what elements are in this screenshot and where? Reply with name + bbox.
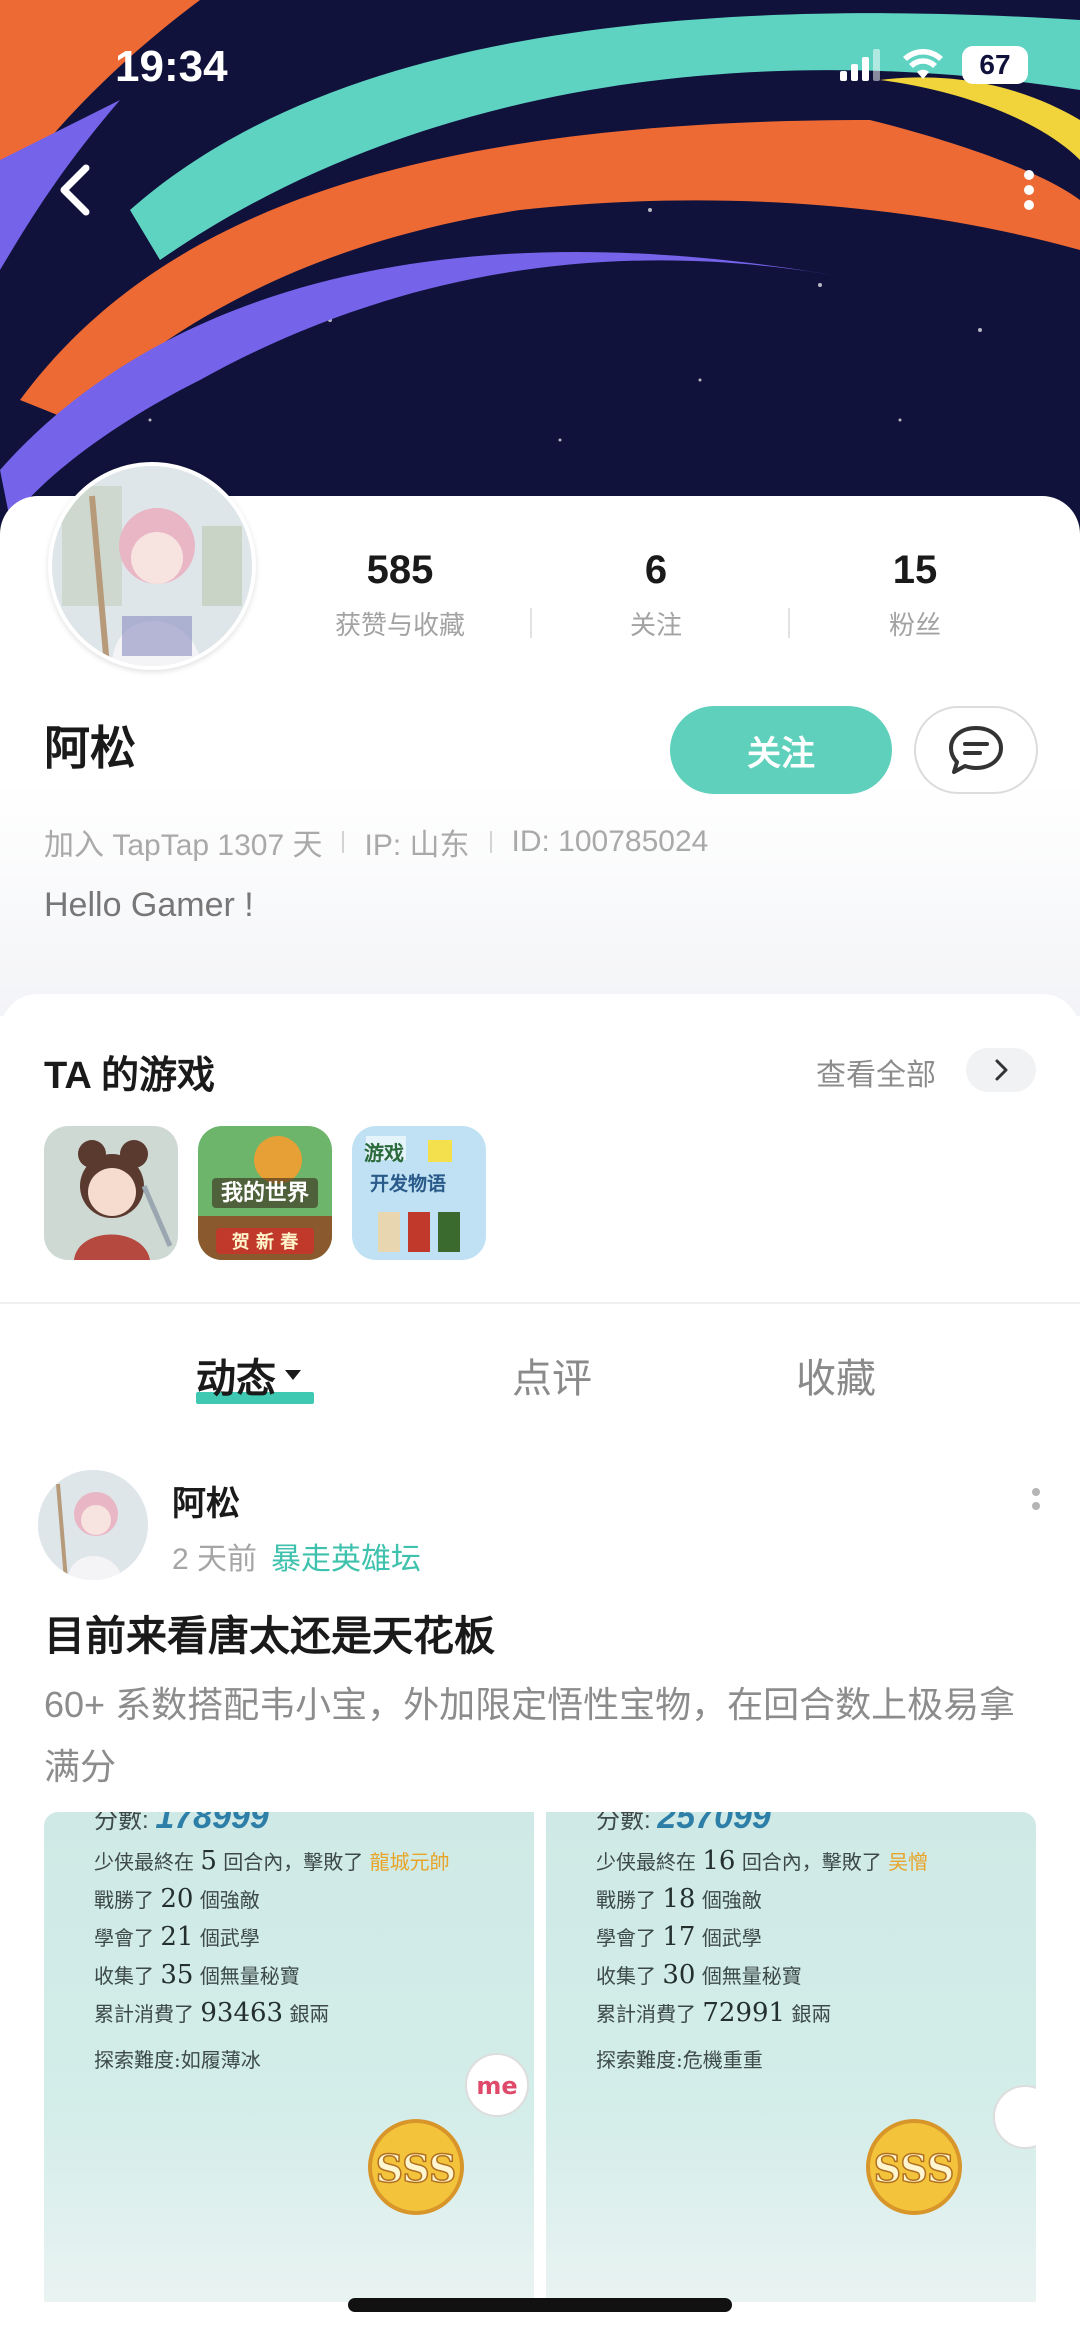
tab-reviews[interactable]: 点评 [512,1346,592,1404]
shot-line-rounds: 少侠最終在 5 回合內，擊敗了 龍城元帥 [94,1846,450,1876]
post-author-avatar[interactable] [38,1470,148,1580]
svg-text:开发物语: 开发物语 [370,1172,446,1195]
see-all-link[interactable]: 查看全部 [816,1050,936,1094]
more-vertical-icon [1024,170,1034,210]
more-vertical-icon [1032,1488,1040,1510]
svg-text:贺 新 春: 贺 新 春 [231,1231,300,1253]
profile-meta: 加入 TapTap 1307 天 IP: 山东 ID: 100785024 [44,820,708,864]
chevron-left-icon [60,164,90,216]
shot-line-wins: 戰勝了 20 個強敵 [94,1884,260,1914]
caret-down-icon [285,1370,301,1380]
meta-divider [342,831,345,853]
sss-grade-badge: SSS [866,2119,962,2215]
stat-following-value: 6 [644,548,668,592]
stat-divider [788,608,790,638]
stat-likes-value: 585 [366,548,434,592]
chevron-right-icon [995,1059,1008,1081]
stat-fans-value: 15 [892,548,938,592]
username: 阿松 [44,722,136,774]
svg-text:SSS: SSS [874,2146,955,2191]
chat-bubble-icon [949,726,1003,774]
stat-fans-label: 粉丝 [888,610,941,640]
post-body[interactable]: 60+ 系数搭配韦小宝，外加限定悟性宝物，在回合数上极易拿满分 [44,1674,1044,1798]
svg-text:me: me [476,2072,517,2100]
game-3-artwork: 游戏 开发物语 [352,1126,486,1260]
status-icons: 67 [840,46,1028,84]
avatar[interactable] [48,462,256,670]
wifi-icon [903,49,943,79]
stat-fans[interactable]: 15 粉丝 [800,548,1030,642]
ip-location: IP: 山东 [364,829,470,862]
shot-line-rounds: 少侠最終在 16 回合內，擊敗了 吴憎 [596,1846,929,1876]
bio: Hello Gamer ! [44,886,254,924]
sss-grade-badge: SSS [368,2119,464,2215]
svg-text:我的世界: 我的世界 [221,1180,309,1206]
shot-score: 分數: 257099 [596,1812,771,1836]
shot-line-skills: 學會了 17 個武學 [596,1922,762,1952]
signal-icon [840,49,880,81]
shot-line-wins: 戰勝了 18 個強敵 [596,1884,762,1914]
post-time: 2 天前 [172,1543,258,1576]
tab-activity-label: 动态 [196,1357,276,1401]
battery-indicator: 67 [962,46,1028,84]
stat-following[interactable]: 6 关注 [541,548,771,642]
post-image-1[interactable]: 分數: 178999 少侠最終在 5 回合內，擊敗了 龍城元帥 戰勝了 20 個… [44,1812,534,2302]
shot-score: 分數: 178999 [94,1812,269,1836]
shot-line-spent: 累計消費了 93463 銀兩 [94,1998,330,2028]
post-title[interactable]: 目前来看唐太还是天花板 [44,1602,495,1662]
shot-line-skills: 學會了 21 個武學 [94,1922,260,1952]
shot-line-treasures: 收集了 35 個無量秘寶 [94,1960,300,1990]
stat-divider [530,608,532,638]
see-all-button[interactable] [966,1048,1036,1092]
tab-favorites[interactable]: 收藏 [796,1346,876,1404]
tab-activity[interactable]: 动态 [196,1346,302,1404]
post-forum-link[interactable]: 暴走英雄坛 [271,1534,421,1578]
shot-line-difficulty: 探索難度:危機重重 [596,2048,763,2072]
shot-line-difficulty: 探索難度:如履薄冰 [94,2048,261,2072]
game-icon-3[interactable]: 游戏 开发物语 [352,1126,486,1260]
shot-line-spent: 累計消費了 72991 銀兩 [596,1998,832,2028]
section-divider [0,1302,1080,1304]
svg-text:SSS: SSS [376,2146,457,2191]
back-button[interactable] [48,160,108,220]
user-id: ID: 100785024 [511,825,709,858]
message-button[interactable] [914,706,1038,794]
stat-likes[interactable]: 585 获赞与收藏 [285,548,515,642]
home-indicator [348,2298,732,2312]
more-options-button[interactable] [1014,165,1044,215]
post-avatar-illustration [38,1470,148,1580]
avatar-illustration [52,466,252,666]
meta-divider [489,831,492,853]
watermark-logo-icon [993,2085,1036,2149]
game-1-artwork [44,1126,178,1260]
status-time: 19:34 [115,42,228,91]
post-image-2[interactable]: 分數: 257099 少侠最終在 16 回合內，擊敗了 吴憎 戰勝了 18 個強… [546,1812,1036,2302]
stat-likes-label: 获赞与收藏 [334,610,465,640]
join-days: 加入 TapTap 1307 天 [44,829,323,862]
game-icon-1[interactable] [44,1126,178,1260]
follow-button[interactable]: 关注 [670,706,892,794]
game-2-artwork: 我的世界 贺 新 春 [198,1126,332,1260]
svg-text:游戏: 游戏 [364,1141,404,1165]
post-more-button[interactable] [1026,1484,1046,1528]
watermark-logo-icon: me [465,2053,529,2117]
shot-line-treasures: 收集了 30 個無量秘寶 [596,1960,802,1990]
post-author-name[interactable]: 阿松 [172,1476,240,1525]
games-title: TA 的游戏 [44,1055,215,1097]
game-icon-2[interactable]: 我的世界 贺 新 春 [198,1126,332,1260]
post-meta: 2 天前 暴走英雄坛 [172,1534,421,1578]
stat-following-label: 关注 [629,610,682,640]
